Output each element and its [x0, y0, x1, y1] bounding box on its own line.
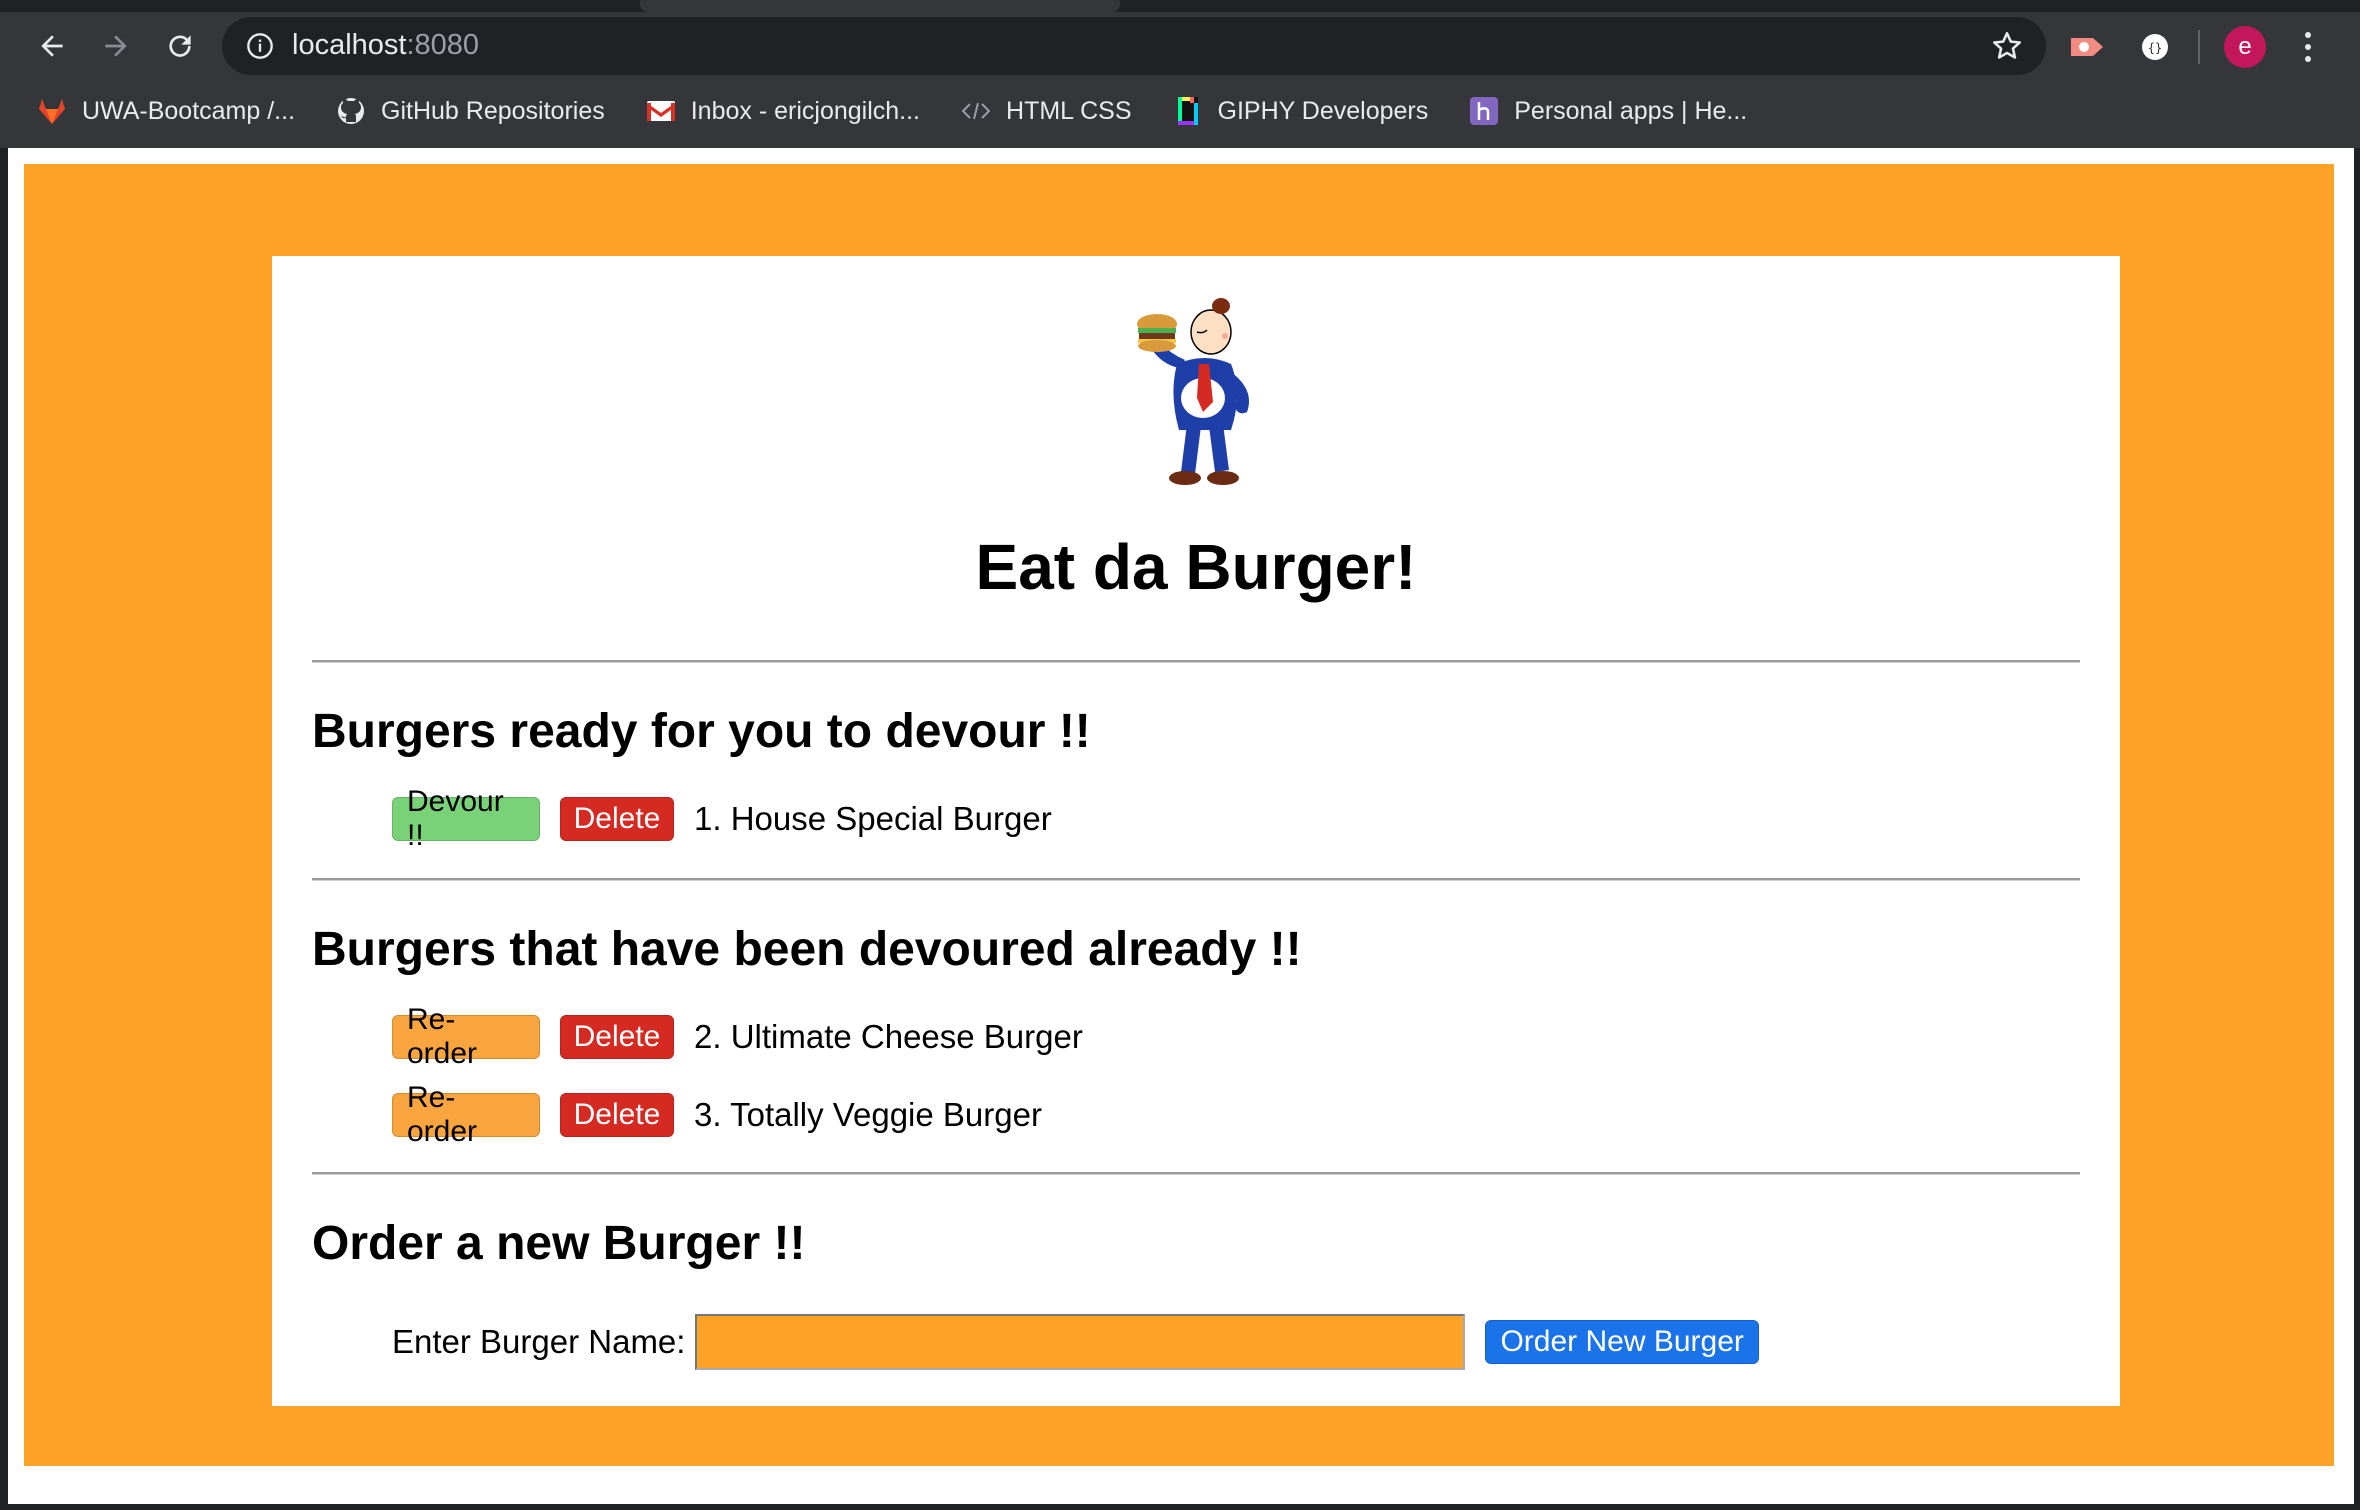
more-vert-icon [2305, 32, 2311, 62]
order-new-burger-button[interactable]: Order New Burger [1485, 1320, 1759, 1364]
ready-section-title: Burgers ready for you to devour !! [312, 705, 1091, 758]
delete-button[interactable]: Delete [560, 1093, 674, 1137]
browser-toolbar: localhost:8080 {} e [0, 12, 2360, 82]
wimpy-burger-logo [1137, 298, 1249, 485]
bookmarks-bar: UWA-Bootcamp /... GitHub Repositories In… [0, 88, 2360, 134]
recording-extension-icon [2071, 38, 2103, 56]
page-viewport: Eat da Burger! Burgers ready for you to … [8, 148, 2354, 1504]
order-section-title: Order a new Burger !! [312, 1217, 806, 1270]
reload-icon [169, 35, 191, 57]
url-text: localhost:8080 [292, 29, 479, 62]
browser-menu-button[interactable] [2296, 26, 2320, 68]
tab-strip [0, 0, 2360, 12]
bookmark-star-icon[interactable] [1990, 29, 2024, 63]
browser-chrome: localhost:8080 {} e UWA-Bootcamp /... Gi… [0, 0, 2360, 148]
order-form: Enter Burger Name: Order New Burger [392, 1312, 1759, 1372]
burger-name-label: Enter Burger Name: [392, 1323, 686, 1360]
bookmark-label: GitHub Repositories [381, 96, 605, 125]
bookmark-label: UWA-Bootcamp /... [82, 96, 296, 125]
url-host: localhost [292, 29, 407, 61]
devour-button[interactable]: Devour !! [392, 785, 540, 852]
burger-name: 3. Totally Veggie Burger [694, 1096, 1042, 1133]
divider [312, 660, 2080, 663]
bookmark-github[interactable]: GitHub Repositories [335, 95, 605, 127]
burger-name-input[interactable] [695, 1314, 1466, 1370]
profile-avatar[interactable]: e [2224, 26, 2266, 68]
reorder-button[interactable]: Re-order [392, 1081, 540, 1148]
heroku-icon [1468, 95, 1500, 127]
burger-name: 1. House Special Burger [694, 800, 1052, 837]
extension-button-1[interactable] [2068, 28, 2106, 66]
gmail-icon [645, 95, 677, 127]
bookmark-label: HTML CSS [1006, 96, 1132, 125]
url-port: :8080 [406, 29, 480, 61]
delete-button[interactable]: Delete [560, 797, 674, 841]
giphy-icon [1172, 95, 1204, 127]
bookmark-giphy[interactable]: GIPHY Developers [1172, 95, 1429, 127]
toolbar-separator [2198, 30, 2200, 64]
code-icon [960, 95, 992, 127]
svg-text:{}: {} [2148, 41, 2162, 55]
reload-button[interactable] [156, 22, 204, 70]
bookmark-label: GIPHY Developers [1217, 96, 1429, 125]
bookmark-html-css[interactable]: HTML CSS [960, 95, 1132, 127]
back-arrow-icon [41, 35, 63, 57]
burger-row: Devour !! Delete 1. House Special Burger [392, 785, 1052, 852]
burger-row: Re-order Delete 2. Ultimate Cheese Burge… [392, 1003, 1083, 1070]
github-icon [335, 95, 367, 127]
reorder-button[interactable]: Re-order [392, 1003, 540, 1070]
address-bar[interactable]: localhost:8080 [222, 17, 2046, 75]
devoured-section-title: Burgers that have been devoured already … [312, 923, 1302, 976]
bookmark-heroku[interactable]: Personal apps | He... [1468, 95, 1747, 127]
bookmark-label: Inbox - ericjongilch... [690, 96, 921, 125]
divider [312, 878, 2080, 881]
gitlab-icon [36, 95, 68, 127]
forward-arrow-icon [105, 35, 127, 57]
burger-row: Re-order Delete 3. Totally Veggie Burger [392, 1081, 1042, 1148]
bookmark-label: Personal apps | He... [1514, 96, 1748, 125]
page-background: Eat da Burger! Burgers ready for you to … [24, 164, 2334, 1466]
json-viewer-icon: {} [2142, 34, 2168, 60]
bookmark-uwa-bootcamp[interactable]: UWA-Bootcamp /... [36, 95, 295, 127]
page-title: Eat da Burger! [975, 531, 1417, 603]
divider [312, 1172, 2080, 1175]
burger-name: 2. Ultimate Cheese Burger [694, 1018, 1083, 1055]
delete-button[interactable]: Delete [560, 1015, 674, 1059]
extension-button-2[interactable]: {} [2136, 28, 2174, 66]
main-card: Eat da Burger! Burgers ready for you to … [272, 256, 2120, 1406]
info-icon[interactable] [246, 32, 274, 60]
forward-button[interactable] [92, 22, 140, 70]
active-tab[interactable] [640, 0, 1120, 12]
bookmark-inbox[interactable]: Inbox - ericjongilch... [645, 95, 920, 127]
back-button[interactable] [28, 22, 76, 70]
